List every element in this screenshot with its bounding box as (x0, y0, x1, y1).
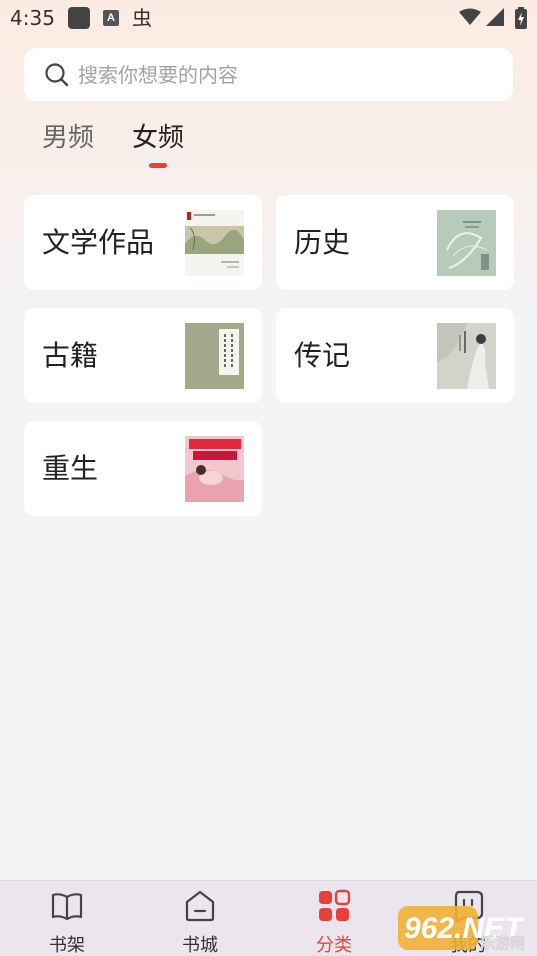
notification-app-icon (68, 7, 90, 29)
tab-male-channel[interactable]: 男频 (42, 117, 94, 154)
history-cover-image (437, 210, 496, 276)
category-label: 重生 (42, 452, 99, 485)
category-label: 古籍 (42, 339, 99, 372)
site-watermark-logo: 962.NET 乐游网 (398, 906, 525, 952)
keyboard-a-icon: A (103, 10, 119, 26)
nav-label: 书架 (49, 935, 85, 956)
literature-cover-image (185, 210, 244, 276)
debug-bug-icon: 虫 (132, 6, 152, 30)
search-bar[interactable] (24, 48, 513, 101)
tab-female-channel[interactable]: 女频 (132, 117, 184, 154)
store-icon (185, 890, 215, 922)
nav-category[interactable]: 分类 (289, 881, 379, 956)
status-bar: 4:35 A 虫 (0, 0, 537, 36)
biography-cover-image (437, 323, 496, 389)
ancient-books-cover-image (185, 323, 244, 389)
rebirth-cover-image (185, 436, 244, 502)
category-label: 传记 (294, 339, 351, 372)
category-card-literature[interactable]: 文学作品 (24, 195, 262, 290)
nav-bookshelf[interactable]: 书架 (22, 881, 112, 956)
book-open-icon (51, 893, 83, 921)
active-tab-indicator (149, 163, 167, 168)
nav-label: 书城 (182, 935, 218, 956)
category-card-biography[interactable]: 传记 (276, 308, 514, 403)
battery-charging-icon (515, 7, 527, 29)
search-icon (45, 63, 69, 87)
search-input[interactable] (78, 48, 498, 101)
category-card-history[interactable]: 历史 (276, 195, 514, 290)
category-card-rebirth[interactable]: 重生 (24, 421, 262, 516)
category-grid-icon (319, 889, 351, 921)
nav-bookstore[interactable]: 书城 (155, 881, 245, 956)
wifi-icon (459, 8, 481, 25)
category-card-ancient-books[interactable]: 古籍 (24, 308, 262, 403)
watermark-subtext: 乐游网 (480, 934, 525, 952)
cell-signal-icon (486, 8, 504, 26)
status-time: 4:35 (10, 6, 55, 30)
category-label: 文学作品 (42, 226, 155, 259)
nav-label: 分类 (316, 935, 352, 956)
category-label: 历史 (294, 226, 351, 259)
